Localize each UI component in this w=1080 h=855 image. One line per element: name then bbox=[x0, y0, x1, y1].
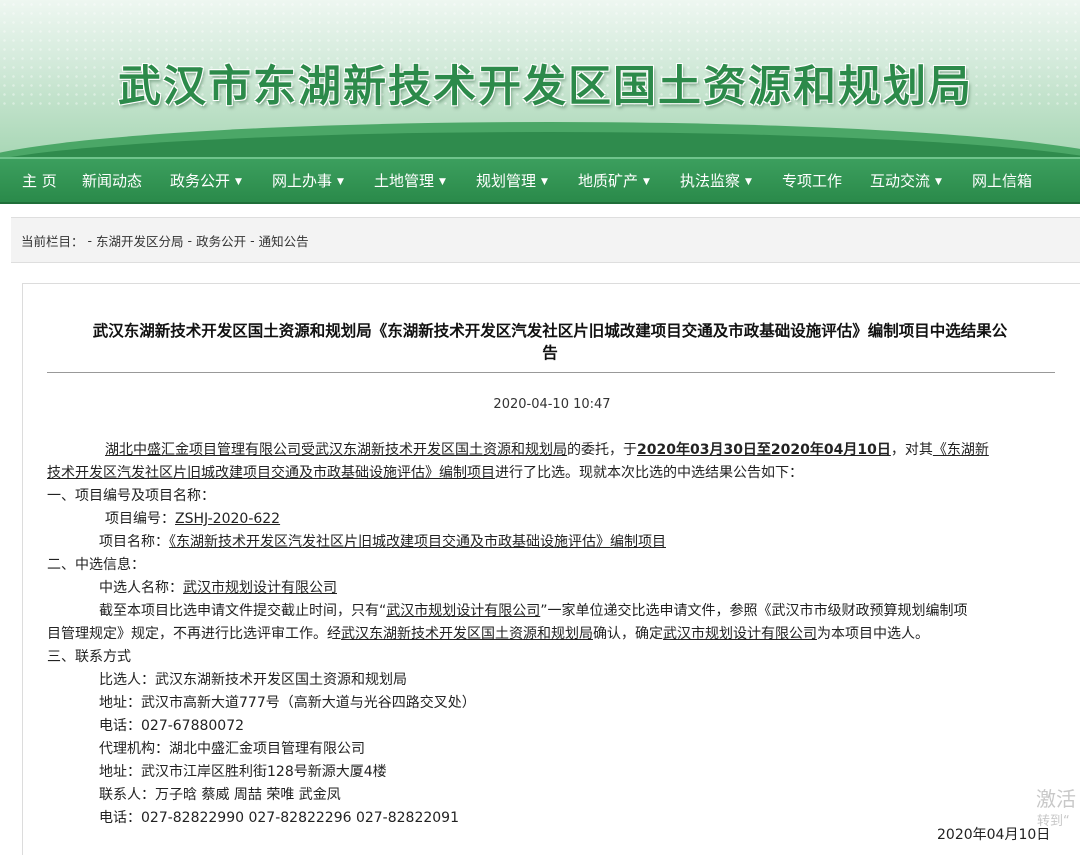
section-1-heading: 一、项目编号及项目名称： bbox=[47, 488, 215, 504]
sign-date: 2020年04月10日 bbox=[937, 827, 1051, 843]
nav-item-2[interactable]: 政务公开 ▼ bbox=[170, 170, 272, 191]
project-name-value: 《东湖新技术开发区汽发社区片旧城改建项目交通及市政基础设施评估》编制项目 bbox=[169, 534, 666, 550]
nav-item-label: 政务公开 bbox=[170, 172, 231, 190]
activation-watermark: 激活 bbox=[1036, 787, 1076, 811]
winner-name: 中选人名称：武汉市规划设计有限公司 bbox=[99, 580, 337, 596]
caret-down-icon: ▼ bbox=[541, 177, 548, 187]
winner-link[interactable]: 武汉市规划设计有限公司 bbox=[663, 626, 817, 642]
nav-item-label: 网上办事 bbox=[272, 172, 333, 190]
article-title-line2: 告 bbox=[542, 344, 558, 362]
breadcrumb-sep: - bbox=[187, 232, 193, 248]
breadcrumb-item-notice[interactable]: 通知公告 bbox=[259, 231, 309, 250]
nav-item-label: 新闻动态 bbox=[82, 172, 143, 190]
site-title: 武汉市东湖新技术开发区国土资源和规划局 bbox=[118, 62, 973, 112]
nav-item-3[interactable]: 网上办事 ▼ bbox=[272, 170, 374, 191]
article-panel: 武汉东湖新技术开发区国土资源和规划局《东湖新技术开发区汽发社区片旧城改建项目交通… bbox=[22, 283, 1080, 855]
winner-link[interactable]: 武汉市规划设计有限公司 bbox=[386, 603, 540, 619]
article-title: 武汉东湖新技术开发区国土资源和规划局《东湖新技术开发区汽发社区片旧城改建项目交通… bbox=[61, 320, 1039, 364]
caret-down-icon: ▼ bbox=[235, 177, 242, 187]
project-link-cont[interactable]: 技术开发区汽发社区片旧城改建项目交通及市政基础设施评估》编制项目 bbox=[47, 465, 495, 481]
period-text: 2020年03月30日至2020年04月10日 bbox=[637, 442, 891, 458]
nav-item-5[interactable]: 规划管理 ▼ bbox=[476, 170, 578, 191]
nav-item-1[interactable]: 新闻动态 bbox=[82, 170, 170, 191]
project-number: 项目编号：ZSHJ-2020-622 bbox=[105, 511, 281, 527]
section-3-heading: 三、联系方式 bbox=[47, 649, 131, 665]
activation-watermark-sub: 转到“ bbox=[1037, 814, 1070, 829]
project-link[interactable]: 《东湖新 bbox=[933, 442, 989, 458]
nav-item-label: 专项工作 bbox=[782, 172, 843, 190]
nav-item-label: 网上信箱 bbox=[972, 172, 1033, 190]
nav-item-0[interactable]: 主 页 bbox=[22, 170, 82, 191]
project-name: 项目名称：《东湖新技术开发区汽发社区片旧城改建项目交通及市政基础设施评估》编制项… bbox=[99, 534, 666, 550]
intro-line2: 技术开发区汽发社区片旧城改建项目交通及市政基础设施评估》编制项目进行了比选。现就… bbox=[47, 465, 803, 481]
caret-down-icon: ▼ bbox=[439, 177, 446, 187]
nav-item-10[interactable]: 网上信箱 bbox=[972, 170, 1060, 191]
decision-line2: 目管理规定》规定，不再进行比选评审工作。经武汉东湖新技术开发区国土资源和规划局确… bbox=[47, 626, 929, 642]
article-title-line1: 武汉东湖新技术开发区国土资源和规划局《东湖新技术开发区汽发社区片旧城改建项目交通… bbox=[92, 322, 1008, 340]
nav-item-label: 土地管理 bbox=[374, 172, 435, 190]
winner-link[interactable]: 武汉市规划设计有限公司 bbox=[183, 580, 337, 596]
publish-date: 2020-04-10 10:47 bbox=[493, 397, 611, 412]
caret-down-icon: ▼ bbox=[643, 177, 650, 187]
breadcrumb-item-branch[interactable]: 东湖开发区分局 bbox=[96, 231, 184, 250]
breadcrumb-sep: - bbox=[87, 232, 93, 248]
nav-item-label: 执法监察 bbox=[680, 172, 741, 190]
breadcrumb: 当前栏目： - 东湖开发区分局 - 政务公开 - 通知公告 bbox=[11, 217, 1080, 263]
main-nav: 主 页 新闻动态 政务公开 ▼ 网上办事 ▼ 土地管理 ▼ 规划管理 ▼ 地质矿产 ▼ 执法监察 ▼ 专项工… bbox=[0, 157, 1080, 204]
contact-line: 代理机构：湖北中盛汇金项目管理有限公司 bbox=[99, 741, 365, 757]
nav-item-label: 地质矿产 bbox=[578, 172, 639, 190]
caret-down-icon: ▼ bbox=[745, 177, 752, 187]
nav-item-8[interactable]: 专项工作 bbox=[782, 170, 870, 191]
site-header: 武汉市东湖新技术开发区国土资源和规划局 bbox=[0, 0, 1080, 157]
nav-item-label: 规划管理 bbox=[476, 172, 537, 190]
contact-line: 比选人：武汉东湖新技术开发区国土资源和规划局 bbox=[99, 672, 407, 688]
nav-item-6[interactable]: 地质矿产 ▼ bbox=[578, 170, 680, 191]
nav-item-7[interactable]: 执法监察 ▼ bbox=[680, 170, 782, 191]
contact-line: 地址：武汉市江岸区胜利街128号新源大厦4楼 bbox=[99, 764, 387, 780]
project-number-value: ZSHJ-2020-622 bbox=[175, 511, 281, 527]
breadcrumb-sep: - bbox=[250, 232, 255, 248]
contact-line: 电话：027-82822990 027-82822296 027-8282209… bbox=[99, 810, 459, 826]
breadcrumb-item-public[interactable]: 政务公开 bbox=[196, 231, 246, 250]
section-2-heading: 二、中选信息： bbox=[47, 557, 145, 573]
title-divider bbox=[47, 372, 1055, 373]
caret-down-icon: ▼ bbox=[337, 177, 344, 187]
contact-line: 地址：武汉市高新大道777号（高新大道与光谷四路交叉处） bbox=[99, 695, 476, 711]
contact-line: 联系人：万子晗 蔡威 周喆 荣唯 武金凤 bbox=[99, 787, 341, 803]
breadcrumb-prefix: 当前栏目： bbox=[21, 233, 84, 249]
nav-item-9[interactable]: 互动交流 ▼ bbox=[870, 170, 972, 191]
bureau-link[interactable]: 武汉东湖新技术开发区国土资源和规划局 bbox=[341, 626, 593, 642]
nav-item-label: 互动交流 bbox=[870, 172, 931, 190]
agent-link[interactable]: 湖北中盛汇金项目管理有限公司受武汉东湖新技术开发区国土资源和规划局 bbox=[105, 442, 567, 458]
contact-line: 电话：027-67880072 bbox=[99, 718, 245, 734]
caret-down-icon: ▼ bbox=[935, 177, 942, 187]
nav-item-label: 主 页 bbox=[22, 172, 57, 190]
decision-line1: 截至本项目比选申请文件提交截止时间，只有“武汉市规划设计有限公司”一家单位递交比… bbox=[99, 603, 968, 619]
nav-item-4[interactable]: 土地管理 ▼ bbox=[374, 170, 476, 191]
intro-line1: 湖北中盛汇金项目管理有限公司受武汉东湖新技术开发区国土资源和规划局的委托，于20… bbox=[105, 442, 989, 458]
